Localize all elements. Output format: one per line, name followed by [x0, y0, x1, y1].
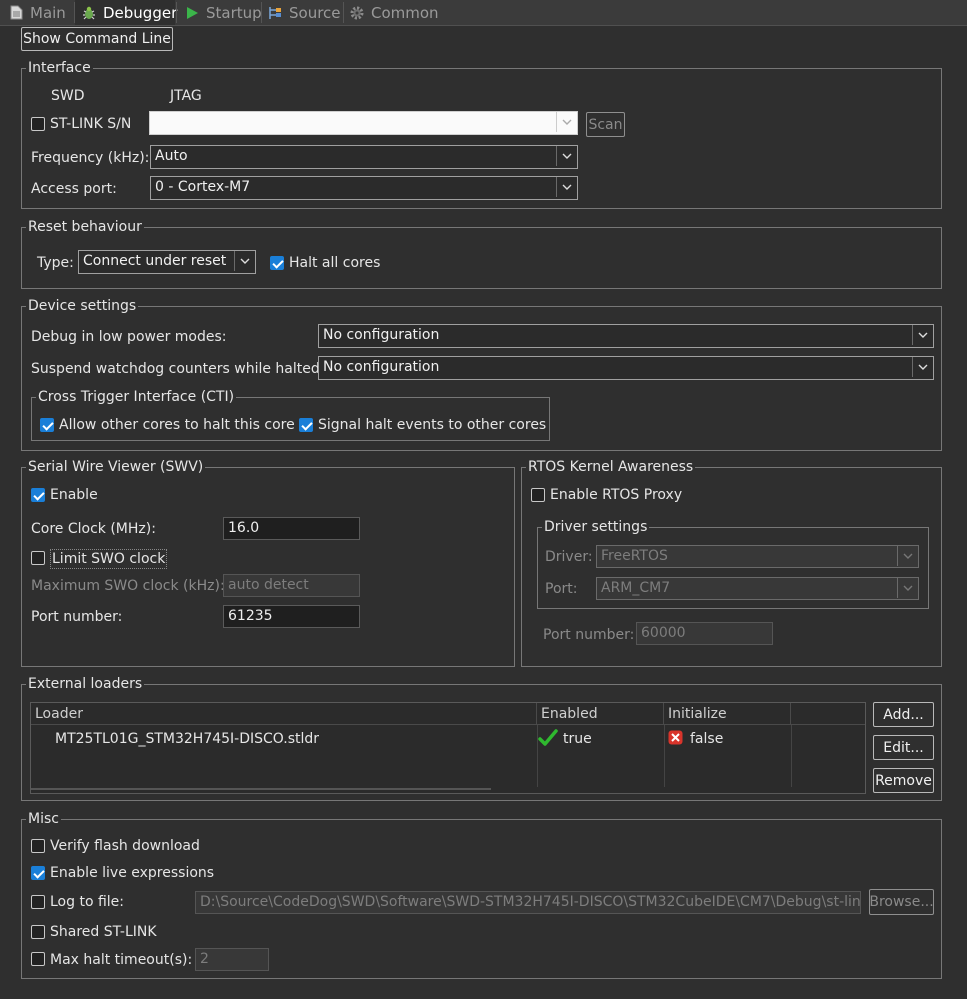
swv-enable-checkbox[interactable] — [31, 488, 45, 502]
reset-title: Reset behaviour — [26, 218, 144, 236]
interface-title: Interface — [26, 59, 93, 77]
column-header-enabled[interactable]: Enabled — [537, 703, 664, 725]
watchdog-label: Suspend watchdog counters while halted: — [31, 361, 325, 377]
core-clock-label: Core Clock (MHz): — [31, 521, 156, 537]
low-power-select[interactable]: No configuration — [318, 324, 934, 348]
watchdog-select[interactable]: No configuration — [318, 356, 934, 380]
cti-signal-label: Signal halt events to other cores — [318, 417, 547, 433]
frequency-label: Frequency (kHz): — [31, 150, 150, 166]
play-icon — [184, 5, 200, 21]
reset-type-label: Type: — [37, 255, 74, 271]
rtos-port-number-label: Port number: — [543, 627, 635, 643]
max-swo-label: Maximum SWO clock (kHz): — [31, 578, 225, 594]
error-x-icon — [668, 730, 683, 749]
column-header-loader[interactable]: Loader — [31, 703, 537, 725]
reset-type-select[interactable]: Connect under reset — [78, 250, 256, 274]
rtos-port-select[interactable]: ARM_CM7 — [596, 577, 919, 600]
driver-select[interactable]: FreeRTOS — [596, 545, 919, 568]
swv-port-input[interactable]: 61235 — [223, 605, 360, 628]
add-loader-button[interactable]: Add... — [873, 702, 934, 727]
jtag-label: JTAG — [170, 88, 202, 104]
tab-main[interactable]: Main — [8, 0, 66, 25]
verify-flash-checkbox[interactable] — [31, 839, 45, 853]
device-settings-title: Device settings — [26, 297, 139, 315]
live-expressions-label: Enable live expressions — [50, 865, 215, 881]
chevron-down-icon — [556, 177, 577, 197]
tab-debugger[interactable]: Debugger — [75, 0, 177, 25]
source-icon — [267, 5, 283, 21]
scan-button[interactable]: Scan — [586, 112, 625, 137]
log-file-path-input[interactable]: D:\Source\CodeDog\SWD\Software\SWD-STM32… — [195, 891, 861, 914]
table-row[interactable]: MT25TL01G_STM32H745I-DISCO.stldr true fa… — [31, 727, 865, 751]
max-halt-input[interactable]: 2 — [195, 948, 269, 971]
core-clock-input[interactable]: 16.0 — [223, 517, 360, 540]
loaders-table: Loader Enabled Initialize MT25TL01G_STM3… — [30, 702, 866, 794]
halt-all-cores-checkbox[interactable] — [270, 256, 284, 270]
verify-flash-label: Verify flash download — [50, 838, 200, 854]
checkmark-icon — [538, 728, 558, 752]
tab-common[interactable]: Common — [349, 0, 439, 25]
swv-enable-label: Enable — [50, 487, 98, 503]
frequency-select[interactable]: Auto — [150, 145, 578, 169]
chevron-down-icon — [556, 112, 577, 132]
max-swo-input[interactable]: auto detect — [223, 574, 360, 597]
loader-name: MT25TL01G_STM32H745I-DISCO.stldr — [55, 731, 320, 747]
stlink-sn-combo[interactable] — [149, 111, 578, 135]
rtos-title: RTOS Kernel Awareness — [526, 458, 696, 476]
max-halt-label: Max halt timeout(s): — [50, 952, 193, 968]
rtos-port-number-input[interactable]: 60000 — [636, 622, 773, 645]
cti-allow-checkbox[interactable] — [40, 418, 54, 432]
tab-startup[interactable]: Startup — [184, 0, 262, 25]
stlink-sn-checkbox[interactable] — [31, 117, 45, 131]
column-header-empty — [791, 703, 865, 725]
external-loaders-title: External loaders — [26, 675, 145, 693]
show-command-line-button[interactable]: Show Command Line — [21, 27, 173, 51]
driver-label: Driver: — [545, 549, 593, 565]
bug-icon — [81, 5, 97, 21]
shared-stlink-label: Shared ST-LINK — [50, 924, 157, 940]
shared-stlink-checkbox[interactable] — [31, 925, 45, 939]
gear-icon — [349, 5, 365, 21]
access-port-label: Access port: — [31, 181, 117, 197]
cti-allow-label: Allow other cores to halt this core — [59, 417, 295, 433]
remove-loader-button[interactable]: Remove — [873, 768, 934, 793]
stlink-sn-label: ST-LINK S/N — [50, 116, 132, 132]
log-to-file-checkbox[interactable] — [31, 895, 45, 909]
rtos-proxy-checkbox[interactable] — [531, 488, 545, 502]
limit-swo-checkbox[interactable] — [31, 551, 45, 565]
limit-swo-label: Limit SWO clock — [50, 549, 168, 569]
chevron-down-icon — [234, 251, 255, 271]
document-icon — [8, 5, 24, 21]
cti-title: Cross Trigger Interface (CTI) — [36, 388, 237, 406]
access-port-select[interactable]: 0 - Cortex-M7 — [150, 176, 578, 200]
log-to-file-label: Log to file: — [50, 894, 124, 910]
swv-title: Serial Wire Viewer (SWV) — [26, 458, 206, 476]
column-header-initialize[interactable]: Initialize — [664, 703, 791, 725]
browse-button[interactable]: Browse... — [869, 889, 934, 915]
horizontal-scrollbar[interactable] — [31, 788, 491, 790]
halt-all-cores-label: Halt all cores — [289, 255, 381, 271]
enabled-value: true — [563, 731, 592, 747]
chevron-down-icon — [912, 325, 933, 345]
chevron-down-icon — [897, 578, 918, 598]
initialize-value: false — [690, 731, 724, 747]
low-power-label: Debug in low power modes: — [31, 329, 227, 345]
chevron-down-icon — [897, 546, 918, 566]
chevron-down-icon — [556, 146, 577, 166]
misc-title: Misc — [26, 810, 61, 828]
max-halt-checkbox[interactable] — [31, 952, 45, 966]
driver-settings-title: Driver settings — [542, 518, 650, 536]
live-expressions-checkbox[interactable] — [31, 866, 45, 880]
swd-label: SWD — [51, 88, 85, 104]
chevron-down-icon — [912, 357, 933, 377]
cti-signal-checkbox[interactable] — [299, 418, 313, 432]
tab-source[interactable]: Source — [267, 0, 341, 25]
edit-loader-button[interactable]: Edit... — [873, 735, 934, 760]
rtos-proxy-label: Enable RTOS Proxy — [550, 487, 683, 503]
swv-port-label: Port number: — [31, 609, 123, 625]
rtos-port-label: Port: — [545, 581, 578, 597]
tab-bar: Main Debugger Startup Source Common — [0, 0, 967, 26]
